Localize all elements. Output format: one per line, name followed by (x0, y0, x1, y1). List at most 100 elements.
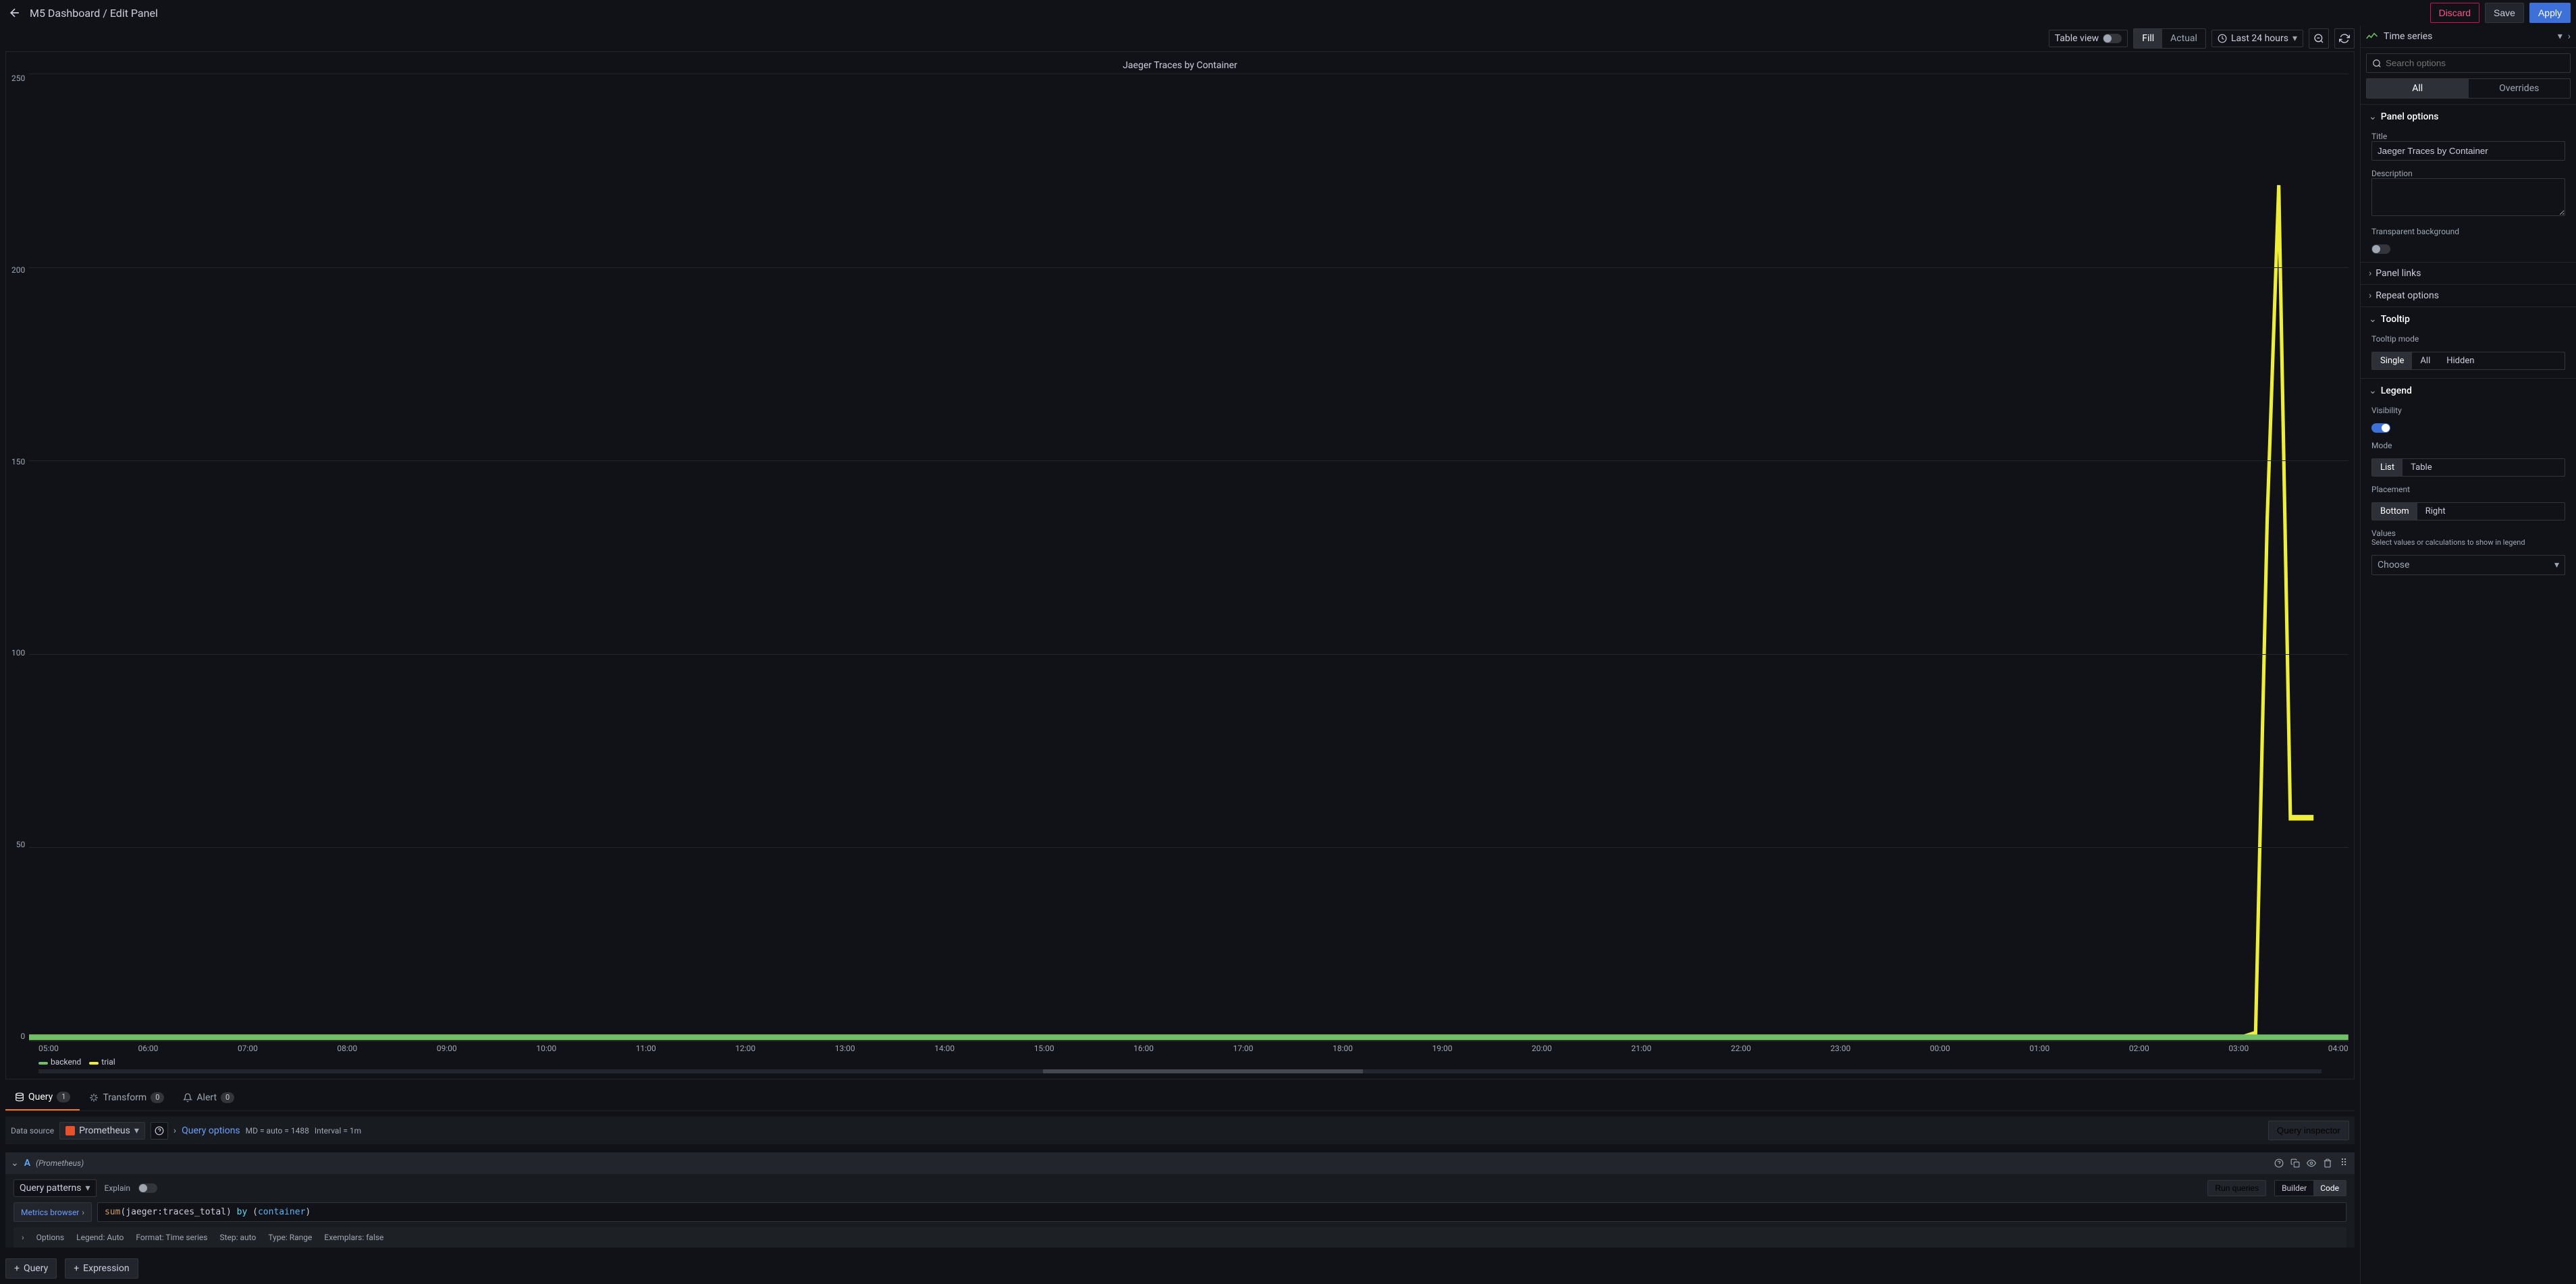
fill-option[interactable]: Fill (2134, 29, 2162, 48)
query-ds-hint: (Prometheus) (36, 1158, 84, 1168)
scrub-bar[interactable] (38, 1069, 2322, 1073)
table-view-label: Table view (2055, 33, 2099, 44)
metrics-browser-button[interactable]: Metrics browser› (14, 1202, 92, 1222)
tooltip-single[interactable]: Single (2372, 352, 2412, 369)
add-query-button[interactable]: + Query (5, 1258, 57, 1279)
search-icon (2372, 59, 2382, 68)
query-letter: A (24, 1158, 30, 1169)
table-view-toggle[interactable]: Table view (2049, 30, 2128, 47)
tooltip-section[interactable]: ⌄Tooltip (2361, 307, 2576, 331)
placement-bottom[interactable]: Bottom (2372, 503, 2417, 520)
add-expression-button[interactable]: + Expression (65, 1258, 138, 1279)
tab-transform[interactable]: Transform 0 (80, 1085, 173, 1111)
time-range-picker[interactable]: Last 24 hours ▾ (2211, 30, 2303, 47)
tooltip-mode-group[interactable]: Single All Hidden (2371, 352, 2565, 370)
toggle-visibility-icon[interactable] (2306, 1158, 2317, 1169)
search-options-wrap[interactable] (2366, 53, 2571, 73)
builder-option[interactable]: Builder (2275, 1181, 2313, 1196)
options-expand-icon[interactable]: › (22, 1233, 24, 1242)
panel-links-section[interactable]: ›Panel links (2361, 262, 2576, 284)
search-options-input[interactable] (2386, 58, 2565, 68)
drag-handle-icon[interactable]: ⠿ (2338, 1158, 2349, 1169)
panel-description-input[interactable] (2371, 178, 2565, 216)
query-help-icon[interactable] (2274, 1158, 2284, 1169)
breadcrumb: M5 Dashboard / Edit Panel (30, 7, 158, 20)
legend-mode-group[interactable]: List Table (2371, 458, 2565, 477)
code-option[interactable]: Code (2313, 1181, 2346, 1196)
zoom-out-button[interactable] (2309, 28, 2329, 49)
table-view-switch[interactable] (2103, 34, 2122, 43)
plus-icon: + (14, 1263, 20, 1274)
bell-icon (183, 1093, 192, 1102)
chart-y-axis: 250 200 150 100 50 0 (11, 74, 29, 1041)
exemplars-option: Exemplars: false (324, 1233, 383, 1242)
save-button[interactable]: Save (2485, 3, 2524, 23)
panel-visualization: Jaeger Traces by Container 250 200 150 1… (5, 51, 2355, 1079)
query-patterns-button[interactable]: Query patterns▾ (14, 1179, 97, 1197)
tab-query[interactable]: Query 1 (5, 1085, 80, 1111)
legend-placement-group[interactable]: Bottom Right (2371, 502, 2565, 520)
datasource-help-button[interactable] (151, 1122, 168, 1140)
query-inspector-button[interactable]: Query inspector (2268, 1121, 2349, 1140)
legend-section[interactable]: ⌄Legend (2361, 379, 2576, 403)
panel-options-section[interactable]: ⌄Panel options (2361, 105, 2576, 129)
builder-code-segment[interactable]: Builder Code (2274, 1180, 2346, 1196)
collapse-query-icon[interactable]: ⌄ (11, 1158, 19, 1169)
plus-icon: + (74, 1263, 79, 1274)
actual-option[interactable]: Actual (2162, 29, 2205, 48)
type-option: Type: Range (268, 1233, 312, 1242)
legend-swatch-backend (38, 1062, 48, 1065)
format-option: Format: Time series (136, 1233, 207, 1242)
timeseries-icon (2366, 32, 2378, 41)
chevron-right-icon[interactable]: › (2568, 31, 2571, 42)
options-label[interactable]: Options (36, 1233, 65, 1242)
legend-mode-label: Mode (2371, 441, 2565, 450)
md-text: MD = auto = 1488 (246, 1126, 309, 1135)
panel-title-input[interactable] (2371, 141, 2565, 161)
back-button[interactable] (5, 3, 24, 22)
legend-option: Legend: Auto (76, 1233, 124, 1242)
legend-list[interactable]: List (2372, 459, 2403, 476)
legend-visibility-toggle[interactable] (2371, 423, 2390, 433)
placement-label: Placement (2371, 485, 2565, 494)
datasource-select[interactable]: Prometheus ▾ (59, 1122, 145, 1140)
query-expression-input[interactable]: sum(jaeger:traces_total) by (container) (97, 1202, 2346, 1222)
values-label: Values (2371, 529, 2565, 538)
prometheus-icon (65, 1126, 75, 1135)
chevron-down-icon: ▾ (2292, 33, 2297, 44)
explain-toggle[interactable] (138, 1183, 157, 1193)
legend-table[interactable]: Table (2403, 459, 2440, 476)
run-queries-button[interactable]: Run queries (2207, 1180, 2266, 1196)
step-option: Step: auto (219, 1233, 256, 1242)
duplicate-query-icon[interactable] (2290, 1158, 2301, 1169)
clock-icon (2218, 34, 2227, 43)
refresh-button[interactable] (2334, 28, 2355, 49)
visualization-picker[interactable]: Time series ▾ › (2361, 26, 2576, 48)
alert-count-badge: 0 (221, 1092, 234, 1103)
transparent-bg-label: Transparent background (2371, 227, 2459, 236)
legend-swatch-trial (89, 1062, 99, 1065)
delete-query-icon[interactable] (2322, 1158, 2333, 1169)
chart-plot-area[interactable] (29, 74, 2349, 1041)
query-count-badge: 1 (57, 1092, 70, 1102)
placement-right[interactable]: Right (2417, 503, 2454, 520)
chevron-right-icon[interactable]: › (173, 1125, 176, 1136)
legend-values-select[interactable]: Choose▾ (2371, 555, 2565, 575)
discard-button[interactable]: Discard (2430, 3, 2479, 23)
database-icon (15, 1092, 24, 1102)
title-label: Title (2371, 132, 2565, 141)
transparent-bg-toggle[interactable] (2371, 244, 2390, 254)
repeat-options-section[interactable]: ›Repeat options (2361, 284, 2576, 306)
tooltip-mode-label: Tooltip mode (2371, 334, 2565, 344)
fill-actual-segment[interactable]: Fill Actual (2133, 28, 2206, 49)
overrides-tab[interactable]: Overrides (2469, 79, 2571, 98)
transform-icon (89, 1093, 99, 1102)
tooltip-all[interactable]: All (2412, 352, 2438, 369)
query-options-link[interactable]: Query options (182, 1125, 240, 1136)
datasource-label: Data source (11, 1126, 54, 1135)
tooltip-hidden[interactable]: Hidden (2438, 352, 2482, 369)
explain-label: Explain (105, 1183, 131, 1193)
all-tab[interactable]: All (2367, 79, 2469, 98)
tab-alert[interactable]: Alert 0 (173, 1085, 244, 1111)
apply-button[interactable]: Apply (2529, 3, 2571, 23)
